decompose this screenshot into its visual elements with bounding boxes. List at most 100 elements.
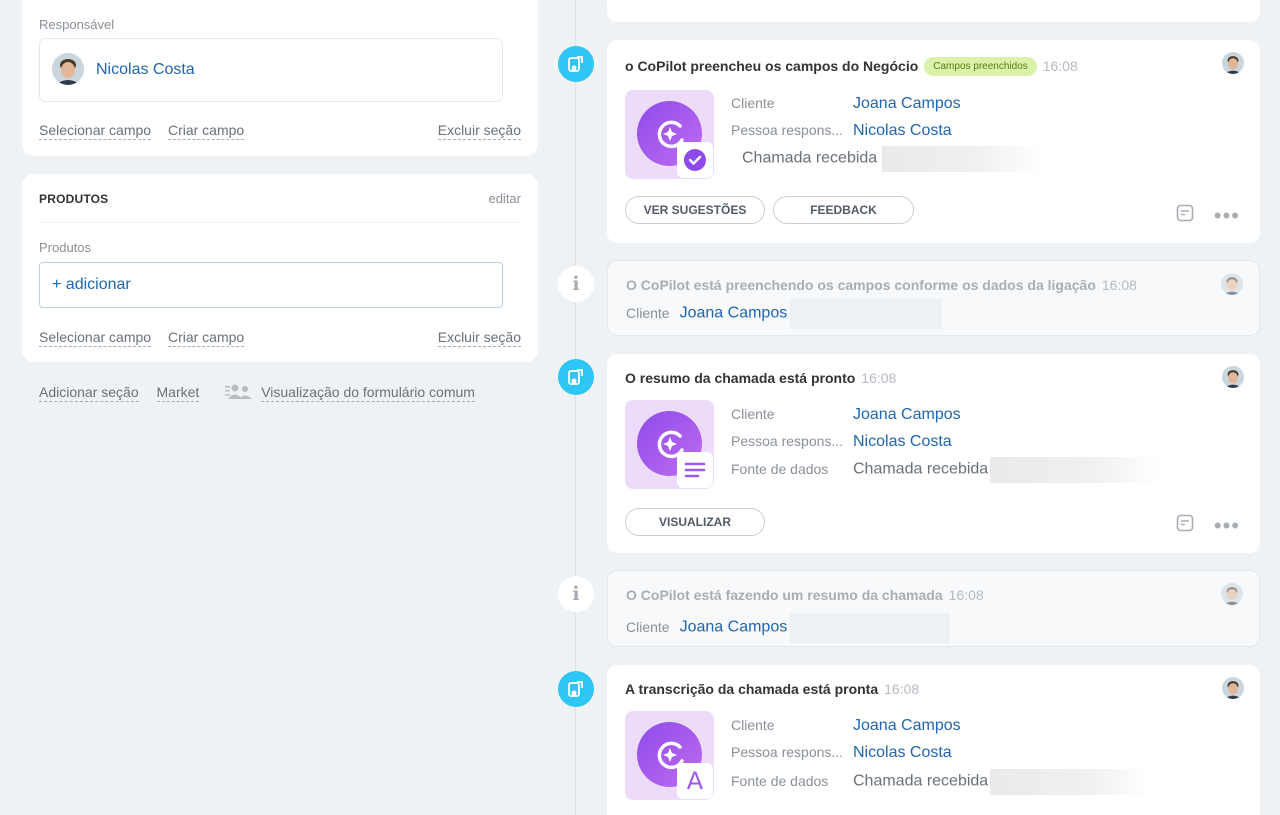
card-title-text: O resumo da chamada está pronto [625,370,856,386]
field-row: Cliente Joana Campos [626,613,951,643]
left-column: Responsável Nicolas Costa Selecionar cam… [22,0,538,402]
view-button[interactable]: VISUALIZAR [625,508,765,536]
card-title: o CoPilot preencheu os campos do Negócio… [625,57,1078,76]
delete-section-link[interactable]: Excluir seção [437,329,521,347]
client-link[interactable]: Joana Campos [680,305,788,322]
info-icon: i [558,576,594,612]
products-edit-link[interactable]: editar [488,191,521,206]
field-key: Cliente [731,95,775,111]
client-link[interactable]: Joana Campos [680,619,788,636]
card-actions: ••• [1176,514,1240,537]
client-link[interactable]: Joana Campos [853,406,961,423]
timeline-card-filling: O CoPilot está preenchendo os campos con… [607,260,1260,336]
field-row: Cliente Joana Campos [731,717,961,735]
responsible-section: Responsável Nicolas Costa Selecionar cam… [22,0,538,156]
timeline-card-summarizing: O CoPilot está fazendo um resumo da cham… [607,570,1260,647]
responsible-name[interactable]: Nicolas Costa [96,61,195,79]
field-row: Cliente Joana Campos [626,299,943,329]
divider [39,222,521,223]
avatar [1221,583,1243,605]
select-field-link[interactable]: Selecionar campo [39,122,152,140]
responsible-label: Responsável [39,17,115,32]
field-key: Pessoa respons... [731,744,844,760]
status-badge: Campos preenchidos [924,57,1037,76]
document-lines-icon [677,452,713,488]
field-key: Pessoa respons... [731,122,844,138]
more-icon[interactable]: ••• [1214,204,1240,226]
info-icon: i [558,266,594,302]
avatar [1222,52,1244,74]
add-section-link[interactable]: Adicionar seção [39,384,139,402]
card-title-text: o CoPilot preencheu os campos do Negócio [625,58,919,74]
delete-section-link[interactable]: Excluir seção [437,122,521,140]
transcript-letter-icon: A [677,763,713,799]
copilot-icon: A [625,711,714,800]
add-product-button[interactable]: + adicionar [52,276,131,294]
field-row: Fonte de dados Chamada recebida [731,769,1151,795]
copilot-timeline-icon [558,671,594,707]
timeline-card-summary-ready: O resumo da chamada está pronto 16:08 Cli… [607,354,1260,553]
field-row: Cliente Joana Campos [731,406,961,424]
card-title-text: O CoPilot está fazendo um resumo da cham… [626,587,943,603]
products-section: PRODUTOS editar Produtos + adicionar Sel… [22,174,538,362]
blurred-value [990,769,1151,795]
field-value: Chamada recebida [742,149,878,167]
card-title: A transcrição da chamada está pronta 16:0… [625,681,919,697]
products-label: Produtos [39,240,92,255]
card-title-text: O CoPilot está preenchendo os campos con… [626,277,1096,293]
field-value: Chamada recebida [853,772,989,790]
card-time: 16:08 [1042,58,1078,74]
field-row: Pessoa respons... Nicolas Costa [731,122,952,140]
transcript-letter: A [686,767,704,795]
field-key: Cliente [626,618,670,635]
card-time: 16:08 [884,681,920,697]
field-row: Pessoa respons... Nicolas Costa [731,744,952,762]
common-form-view-link[interactable]: Visualização do formulário comum [261,384,475,402]
avatar [52,53,84,85]
responsible-link[interactable]: Nicolas Costa [853,122,952,139]
avatar [1222,366,1244,388]
field-key: Cliente [626,304,670,321]
form-footer-links: Adicionar seção Market Visualização do f… [39,384,489,403]
card-title: O CoPilot está preenchendo os campos con… [626,277,1137,293]
field-key: Cliente [731,717,775,733]
responsible-link[interactable]: Nicolas Costa [853,744,952,761]
card-time: 16:08 [948,587,984,603]
note-icon[interactable] [1176,514,1194,537]
field-key: Fonte de dados [731,772,829,789]
copilot-icon [625,90,714,179]
select-field-link[interactable]: Selecionar campo [39,329,152,347]
feedback-button[interactable]: FEEDBACK [773,196,914,224]
card-actions: ••• [1176,204,1240,227]
check-icon [677,142,713,178]
view-suggestions-button[interactable]: VER SUGESTÕES [625,196,765,224]
products-title: PRODUTOS [39,192,109,206]
field-row: Cliente Joana Campos [731,95,961,113]
field-row: Fonte de dados Chamada recebida [731,457,1161,483]
responsible-field[interactable]: Nicolas Costa [39,38,503,102]
timeline-card-fields-filled: o CoPilot preencheu os campos do Negócio… [607,40,1260,243]
create-field-link[interactable]: Criar campo [167,329,245,347]
add-product-field[interactable]: + adicionar [39,262,503,308]
copilot-icon [625,400,714,489]
create-field-link[interactable]: Criar campo [167,122,245,140]
blurred-value [790,299,943,329]
blurred-value [882,146,1043,172]
card-title: O resumo da chamada está pronto 16:08 [625,370,896,386]
field-key: Cliente [731,406,775,422]
responsible-link[interactable]: Nicolas Costa [853,433,952,450]
client-link[interactable]: Joana Campos [853,717,961,734]
client-link[interactable]: Joana Campos [853,95,961,112]
field-key: Fonte de dados [731,460,829,477]
avatar [1222,677,1244,699]
responsible-links: Selecionar campo Criar campo Excluir seç… [39,122,521,140]
field-key: Pessoa respons... [731,433,844,449]
products-links: Selecionar campo Criar campo Excluir seç… [39,329,521,347]
card-title: O CoPilot está fazendo um resumo da cham… [626,587,984,603]
note-icon[interactable] [1176,204,1194,227]
users-icon [225,384,255,403]
more-icon[interactable]: ••• [1214,514,1240,536]
field-row: Chamada recebida [742,146,1043,172]
avatar [1221,273,1243,295]
market-link[interactable]: Market [156,384,200,402]
